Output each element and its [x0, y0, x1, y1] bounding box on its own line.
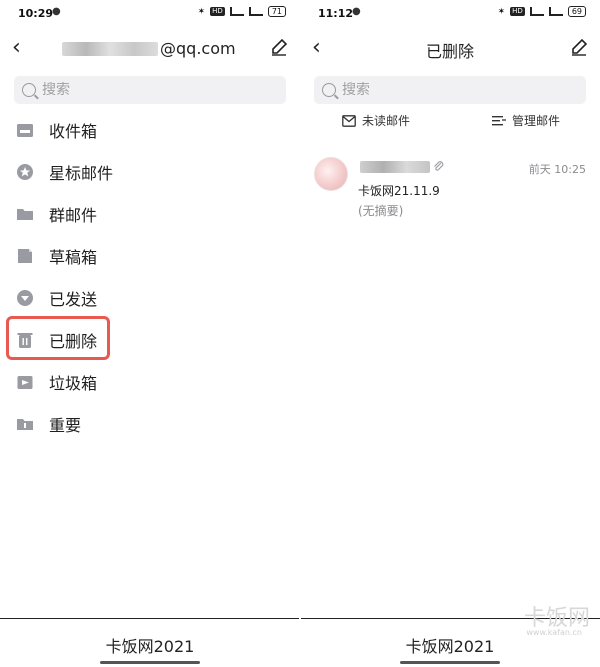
sent-icon [17, 290, 33, 306]
battery-icon: 69 [567, 6, 586, 17]
blurred-account-name [62, 41, 158, 56]
page-title: 已删除 [425, 42, 474, 61]
folder-spam[interactable]: 垃圾箱 [0, 362, 300, 402]
account-address[interactable]: @qq.com [62, 39, 236, 58]
manage-mail-button[interactable]: 管理邮件 [492, 112, 560, 129]
folder-icon [17, 209, 33, 220]
avatar [314, 157, 348, 191]
back-icon[interactable]: ‹ [12, 36, 21, 60]
caption-left: 卡饭网2021 [105, 637, 195, 656]
search-input[interactable] [342, 82, 562, 98]
nav-bar: ‹ 已删除 [300, 32, 600, 66]
account-domain: @qq.com [160, 39, 236, 58]
important-icon [17, 419, 33, 430]
unread-filter-label: 未读邮件 [362, 114, 411, 128]
folder-label: 已发送 [49, 290, 98, 309]
highlight-box [6, 316, 110, 360]
compose-icon[interactable] [570, 38, 588, 56]
system-icons: ✶ HD 69 [498, 6, 586, 17]
folder-inbox[interactable]: 收件箱 [0, 110, 300, 150]
nav-bar: ‹ @qq.com [0, 32, 300, 66]
hd-icon: HD [510, 7, 525, 16]
inbox-icon [17, 124, 33, 137]
notification-icon: ● [52, 6, 61, 17]
search-input[interactable] [42, 82, 262, 98]
notification-icon: ● [352, 6, 361, 17]
status-bar: 10:29 ● ✶ HD 71 [0, 0, 300, 28]
mail-time: 前天 10:25 [528, 163, 586, 176]
status-bar: 11:12 ● ✶ HD 69 [300, 0, 600, 28]
signal-icon-2 [548, 7, 563, 16]
folder-starred[interactable]: 星标邮件 [0, 152, 300, 192]
folder-label: 收件箱 [49, 122, 98, 141]
hd-icon: HD [210, 7, 225, 16]
folder-label: 星标邮件 [49, 164, 114, 183]
spam-icon [17, 376, 33, 389]
attachment-icon [434, 161, 444, 171]
folder-sent[interactable]: 已发送 [0, 278, 300, 318]
mail-list-item[interactable]: 前天 10:25 卡饭网21.11.9 (无摘要) [300, 152, 600, 222]
folder-drafts[interactable]: 草稿箱 [0, 236, 300, 276]
signal-icon [229, 7, 244, 16]
star-icon [17, 164, 33, 180]
deleted-folder-screen: 11:12 ● ✶ HD 69 ‹ 已删除 未读邮件 [300, 0, 600, 667]
folder-label: 重要 [49, 416, 82, 435]
compose-icon[interactable] [270, 38, 288, 56]
list-manage-icon [492, 115, 506, 125]
search-bar[interactable] [314, 76, 586, 104]
unread-filter-button[interactable]: 未读邮件 [342, 112, 410, 129]
folder-label: 垃圾箱 [49, 374, 98, 393]
bluetooth-icon: ✶ [497, 6, 506, 17]
status-time: 11:12 [318, 7, 354, 20]
mail-summary: (无摘要) [358, 204, 404, 218]
gesture-bar-left [100, 661, 200, 664]
status-time: 10:29 [18, 7, 54, 20]
search-icon [22, 83, 36, 97]
mail-toolbar: 未读邮件 管理邮件 [300, 110, 600, 132]
signal-icon [529, 7, 544, 16]
folder-label: 群邮件 [49, 206, 98, 225]
search-icon [322, 83, 336, 97]
panel-divider [299, 618, 301, 667]
battery-icon: 71 [267, 6, 286, 17]
envelope-icon [342, 114, 356, 127]
draft-icon [18, 249, 32, 263]
signal-icon-2 [248, 7, 263, 16]
system-icons: ✶ HD 71 [198, 6, 286, 17]
mail-subject: 卡饭网21.11.9 [358, 184, 440, 198]
bluetooth-icon: ✶ [197, 6, 206, 17]
folder-label: 草稿箱 [49, 248, 98, 267]
search-bar[interactable] [14, 76, 286, 104]
folder-important[interactable]: 重要 [0, 404, 300, 444]
gesture-bar-right [400, 661, 500, 664]
manage-mail-label: 管理邮件 [512, 114, 561, 128]
blurred-sender-name [360, 161, 430, 173]
folder-list-screen: 10:29 ● ✶ HD 71 ‹ @qq.com 收件箱 [0, 0, 300, 667]
folder-group[interactable]: 群邮件 [0, 194, 300, 234]
watermark-url: www.kafan.cn [526, 628, 582, 637]
